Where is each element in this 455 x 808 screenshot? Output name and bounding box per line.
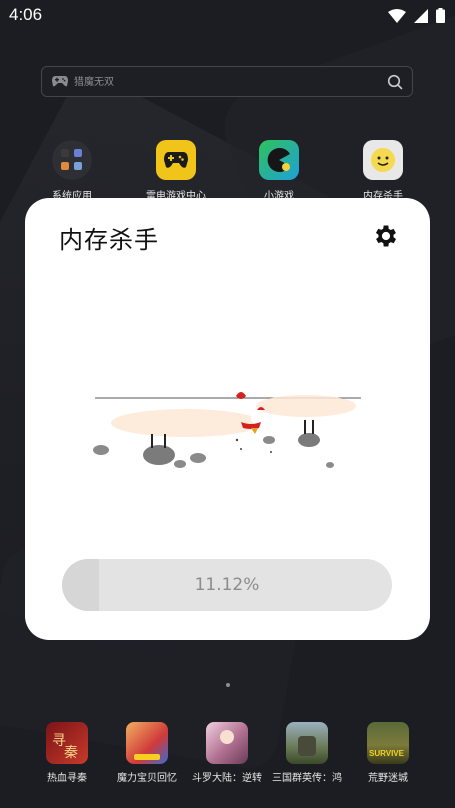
game-cover-icon [206, 722, 248, 764]
gamepad-icon [156, 140, 196, 180]
wifi-icon [388, 8, 406, 23]
gamepad-icon [52, 76, 68, 87]
memory-progress-bar[interactable]: 11.12% [62, 559, 392, 611]
game-item[interactable]: 魔力宝贝回忆 [104, 722, 190, 784]
game-label: 三国群英传：鸿 [272, 773, 342, 784]
app-game-center[interactable]: 雷电游戏中心 [131, 140, 221, 202]
game-cover-icon [286, 722, 328, 764]
app-system-apps[interactable]: 系统应用 [27, 140, 117, 202]
game-label: 魔力宝贝回忆 [117, 773, 177, 784]
game-label: 斗罗大陆：逆转 [192, 773, 262, 784]
status-time: 4:06 [9, 5, 43, 24]
page-indicator [226, 683, 230, 687]
app-mini-games[interactable]: 小游戏 [234, 140, 324, 202]
status-bar: 4:06 [0, 0, 455, 32]
game-item[interactable]: 寻 秦 热血寻秦 [24, 722, 110, 784]
signal-icon [414, 8, 428, 23]
status-icons [388, 8, 445, 23]
game-label: 荒野迷城 [368, 773, 408, 784]
memory-killer-dialog: 内存杀手 11.12% [25, 198, 430, 640]
gear-icon[interactable] [372, 222, 400, 250]
dialog-title: 内存杀手 [59, 226, 159, 254]
search-icon[interactable] [387, 74, 403, 90]
game-item[interactable]: 斗罗大陆：逆转 [184, 722, 270, 784]
smiley-icon [363, 140, 403, 180]
pacman-icon [259, 140, 299, 180]
search-input[interactable] [74, 73, 374, 91]
chicken-animation [93, 392, 361, 468]
app-memory-killer[interactable]: 内存杀手 [338, 140, 428, 202]
progress-text: 11.12% [194, 575, 260, 595]
game-label: 热血寻秦 [47, 773, 87, 784]
battery-icon [436, 8, 445, 23]
game-cover-icon: SURVIVE [367, 722, 409, 764]
system-apps-folder-icon [52, 140, 92, 180]
game-item[interactable]: SURVIVE 荒野迷城 [345, 722, 431, 784]
game-cover-icon [126, 722, 168, 764]
game-cover-icon: 寻 秦 [46, 722, 88, 764]
game-item[interactable]: 三国群英传：鸿 [264, 722, 350, 784]
search-bar[interactable] [41, 66, 413, 97]
